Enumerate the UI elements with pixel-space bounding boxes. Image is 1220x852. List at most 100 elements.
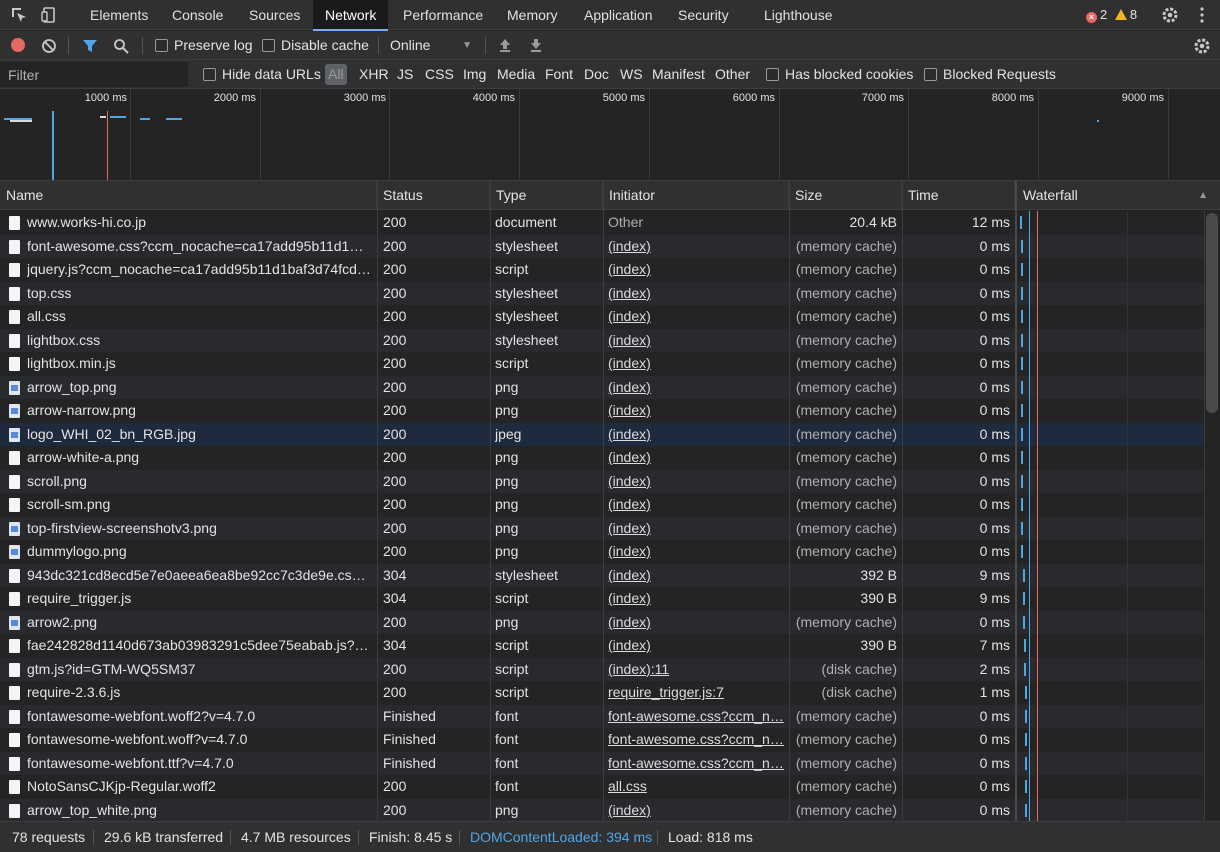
- tab-application[interactable]: Application: [572, 0, 665, 30]
- table-row[interactable]: arrow2.png 200 png (index) (memory cache) 0 m…: [0, 610, 1204, 635]
- network-overview[interactable]: 1000 ms 2000 ms 3000 ms 4000 ms 5000 ms …: [0, 89, 1220, 181]
- cell-initiator[interactable]: (index): [608, 799, 784, 822]
- cell-initiator[interactable]: (index): [608, 611, 784, 635]
- cell-initiator[interactable]: all.css: [608, 775, 784, 799]
- cell-initiator[interactable]: (index): [608, 634, 784, 658]
- table-row[interactable]: fontawesome-webfont.woff?v=4.7.0 Finished…: [0, 728, 1204, 752]
- tab-network[interactable]: Network: [313, 0, 389, 31]
- cell-initiator[interactable]: (index): [608, 282, 784, 306]
- filter-type-css[interactable]: CSS: [425, 60, 454, 89]
- cell-initiator[interactable]: font-awesome.css?ccm_n…: [608, 705, 784, 729]
- checkbox-box[interactable]: [766, 68, 779, 81]
- table-row[interactable]: top.css 200 stylesheet (index) (memory cache…: [0, 281, 1204, 306]
- table-row[interactable]: font-awesome.css?ccm_nocache=ca17add95b1…: [0, 234, 1204, 259]
- column-header-type[interactable]: Type: [490, 181, 603, 210]
- tab-memory[interactable]: Memory: [495, 0, 570, 30]
- tab-sources[interactable]: Sources: [237, 0, 312, 30]
- table-row[interactable]: logo_WHI_02_bn_RGB.jpg 200 jpeg (index) (mem…: [0, 422, 1204, 447]
- hide-data-urls-checkbox[interactable]: Hide data URLs: [203, 60, 321, 89]
- throttling-select[interactable]: Online ▼: [390, 31, 472, 60]
- cell-initiator[interactable]: (index): [608, 540, 784, 564]
- cell-initiator[interactable]: (index): [608, 446, 784, 470]
- cell-initiator[interactable]: (index): [608, 470, 784, 494]
- clear-icon[interactable]: [41, 38, 57, 54]
- filter-type-other[interactable]: Other: [715, 60, 750, 89]
- cell-initiator[interactable]: (index): [608, 329, 784, 353]
- table-row[interactable]: lightbox.min.js 200 script (index) (memory c…: [0, 352, 1204, 376]
- has-blocked-cookies-checkbox[interactable]: Has blocked cookies: [766, 60, 913, 89]
- cell-initiator[interactable]: (index): [608, 493, 784, 517]
- column-header-time[interactable]: Time: [902, 181, 1015, 210]
- table-row[interactable]: scroll.png 200 png (index) (memory cache) 0 m…: [0, 469, 1204, 494]
- cell-initiator[interactable]: (index): [608, 517, 784, 541]
- table-row[interactable]: require_trigger.js 304 script (index) 390 B 9…: [0, 587, 1204, 611]
- cell-initiator[interactable]: require_trigger.js:7: [608, 681, 784, 705]
- column-header-waterfall[interactable]: Waterfall ▲: [1015, 181, 1220, 210]
- filter-type-img[interactable]: Img: [463, 60, 486, 89]
- cell-initiator[interactable]: (index): [608, 235, 784, 259]
- checkbox-box[interactable]: [155, 39, 168, 52]
- column-header-size[interactable]: Size: [789, 181, 902, 210]
- table-row[interactable]: 943dc321cd8ecd5e7e0aeea6ea8be92cc7c3de9e…: [0, 563, 1204, 588]
- table-row[interactable]: require-2.3.6.js 200 script require_trigger…: [0, 681, 1204, 705]
- column-header-initiator[interactable]: Initiator: [603, 181, 789, 210]
- filter-icon[interactable]: [82, 38, 98, 54]
- filter-type-media[interactable]: Media: [497, 60, 535, 89]
- cell-initiator[interactable]: (index): [608, 587, 784, 611]
- blocked-requests-checkbox[interactable]: Blocked Requests: [924, 60, 1056, 89]
- cell-initiator[interactable]: font-awesome.css?ccm_n…: [608, 752, 784, 776]
- table-row[interactable]: arrow-white-a.png 200 png (index) (memory ca…: [0, 446, 1204, 470]
- tab-console[interactable]: Console: [160, 0, 235, 30]
- cell-initiator[interactable]: (index): [608, 399, 784, 423]
- cell-initiator[interactable]: (index):11: [608, 658, 784, 682]
- import-har-icon[interactable]: [497, 37, 513, 53]
- cell-initiator[interactable]: (index): [608, 564, 784, 588]
- network-settings-gear-icon[interactable]: [1193, 37, 1211, 55]
- more-options-icon[interactable]: [1193, 6, 1211, 24]
- table-row[interactable]: fontawesome-webfont.ttf?v=4.7.0 Finished f…: [0, 751, 1204, 776]
- checkbox-box[interactable]: [262, 39, 275, 52]
- table-row[interactable]: arrow_top_white.png 200 png (index) (memory …: [0, 798, 1204, 822]
- cell-initiator[interactable]: (index): [608, 423, 784, 447]
- record-button[interactable]: [11, 38, 25, 52]
- table-row[interactable]: scroll-sm.png 200 png (index) (memory cache)…: [0, 493, 1204, 517]
- table-row[interactable]: lightbox.css 200 stylesheet (index) (memory …: [0, 328, 1204, 353]
- device-toolbar-icon[interactable]: [40, 6, 58, 24]
- cell-initiator[interactable]: (index): [608, 376, 784, 400]
- table-row[interactable]: arrow-narrow.png 200 png (index) (memory cac…: [0, 399, 1204, 423]
- filter-type-ws[interactable]: WS: [620, 60, 643, 89]
- filter-type-manifest[interactable]: Manifest: [652, 60, 705, 89]
- cell-initiator[interactable]: (index): [608, 258, 784, 282]
- tab-lighthouse[interactable]: Lighthouse: [752, 0, 845, 30]
- cell-initiator[interactable]: (index): [608, 305, 784, 329]
- preserve-log-checkbox[interactable]: Preserve log: [155, 31, 253, 60]
- checkbox-box[interactable]: [924, 68, 937, 81]
- table-row[interactable]: all.css 200 stylesheet (index) (memory cache…: [0, 305, 1204, 329]
- filter-input[interactable]: [0, 62, 188, 87]
- cell-initiator[interactable]: font-awesome.css?ccm_n…: [608, 728, 784, 752]
- filter-type-xhr[interactable]: XHR: [359, 60, 389, 89]
- tab-elements[interactable]: Elements: [78, 0, 160, 30]
- filter-type-js[interactable]: JS: [397, 60, 413, 89]
- issues-counter[interactable]: × 2 8: [1086, 6, 1137, 24]
- table-row[interactable]: NotoSansCJKjp-Regular.woff2 200 font all.cs…: [0, 775, 1204, 799]
- cell-initiator[interactable]: (index): [608, 352, 784, 376]
- filter-type-doc[interactable]: Doc: [584, 60, 609, 89]
- table-row[interactable]: fae242828d1140d673ab03983291c5dee75eabab…: [0, 634, 1204, 658]
- table-row[interactable]: www.works-hi.co.jp 200 document Other 20.4 k…: [0, 211, 1204, 235]
- checkbox-box[interactable]: [203, 68, 216, 81]
- table-row[interactable]: gtm.js?id=GTM-WQ5SM37 200 script (index):11…: [0, 657, 1204, 682]
- table-row[interactable]: fontawesome-webfont.woff2?v=4.7.0 Finishe…: [0, 704, 1204, 729]
- filter-type-all[interactable]: All: [325, 64, 347, 85]
- table-row[interactable]: top-firstview-screenshotv3.png 200 png (ind…: [0, 516, 1204, 541]
- table-row[interactable]: arrow_top.png 200 png (index) (memory cache)…: [0, 375, 1204, 400]
- export-har-icon[interactable]: [528, 37, 544, 53]
- search-icon[interactable]: [113, 38, 129, 54]
- filter-type-font[interactable]: Font: [545, 60, 573, 89]
- column-header-status[interactable]: Status: [377, 181, 490, 210]
- table-row[interactable]: jquery.js?ccm_nocache=ca17add95b11d1baf3…: [0, 258, 1204, 282]
- column-header-name[interactable]: Name: [0, 181, 377, 210]
- table-row[interactable]: dummylogo.png 200 png (index) (memory cache)…: [0, 540, 1204, 564]
- inspect-element-icon[interactable]: [10, 6, 28, 24]
- tab-security[interactable]: Security: [666, 0, 741, 30]
